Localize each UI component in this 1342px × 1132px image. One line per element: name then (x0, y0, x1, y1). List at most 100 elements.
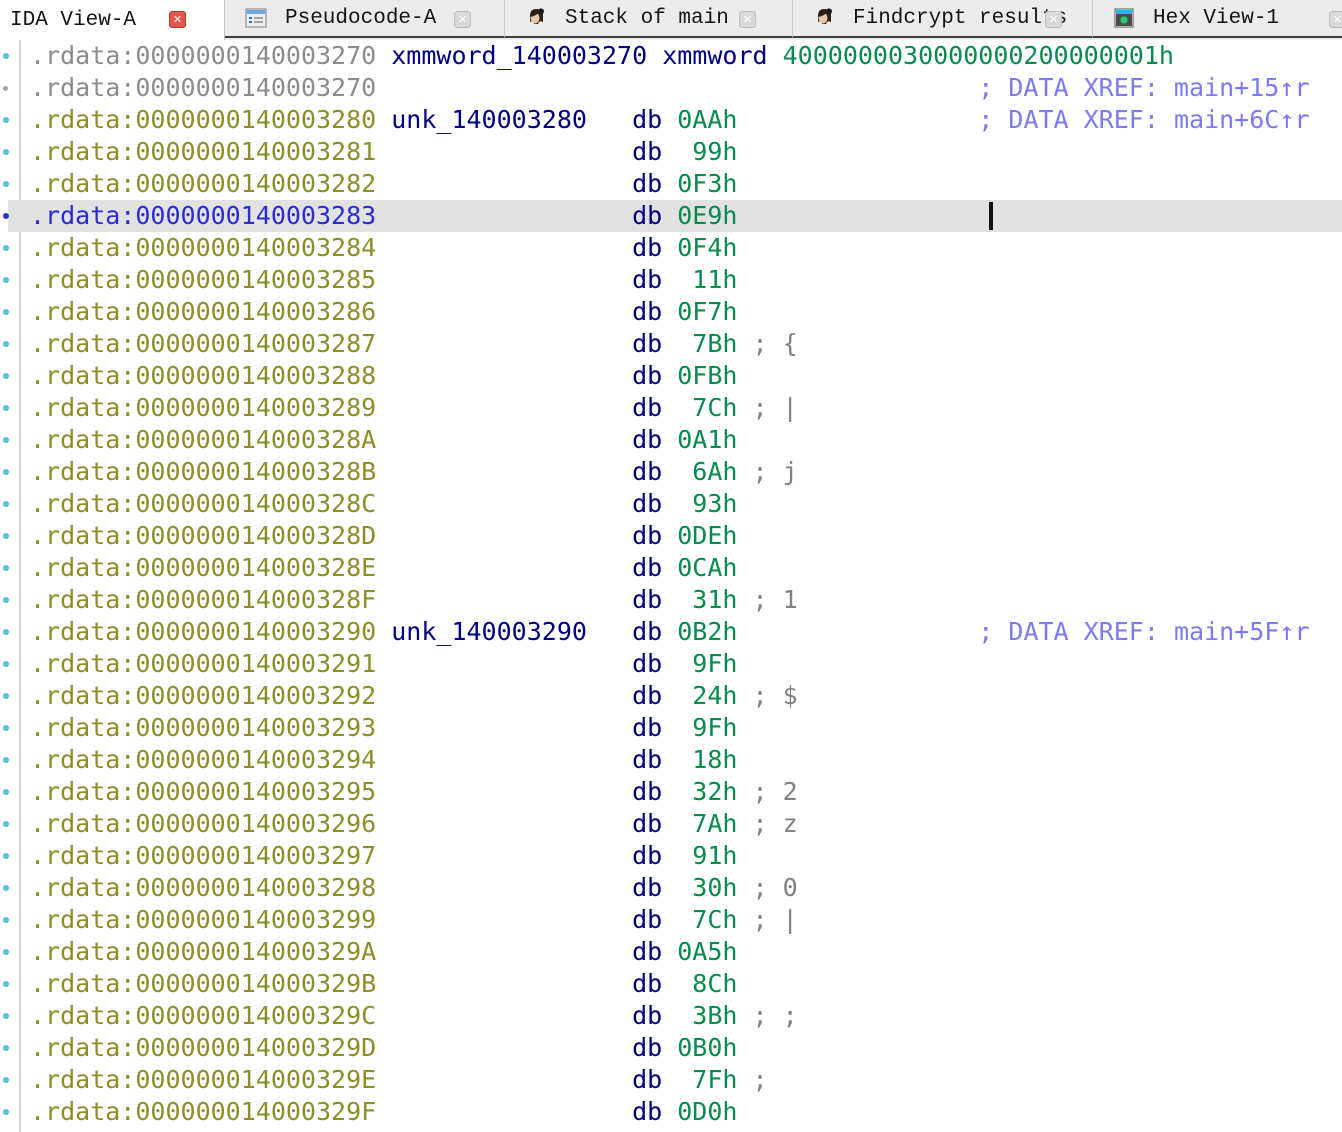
address[interactable]: .rdata:0000000140003293 (30, 713, 376, 742)
address[interactable]: .rdata:0000000140003295 (30, 777, 376, 806)
address[interactable]: .rdata:0000000140003270 (30, 73, 376, 102)
address[interactable]: .rdata:0000000140003290 (30, 617, 376, 646)
address[interactable]: .rdata:0000000140003298 (30, 873, 376, 902)
byte-value[interactable]: 32h (692, 777, 737, 806)
byte-value[interactable]: 0D0h (677, 1097, 737, 1126)
listing-line[interactable]: .rdata:0000000140003291 db 9Fh (30, 649, 737, 678)
listing-line[interactable]: .rdata:000000014000328B db 6Ah ; j (30, 457, 798, 486)
xref-comment[interactable]: ; DATA XREF: main+15↑r (978, 73, 1309, 102)
byte-value[interactable]: 91h (692, 841, 737, 870)
listing-line[interactable]: .rdata:000000014000329D db 0B0h (30, 1033, 737, 1062)
address[interactable]: .rdata:0000000140003281 (30, 137, 376, 166)
address[interactable]: .rdata:0000000140003285 (30, 265, 376, 294)
listing-line[interactable]: .rdata:0000000140003270 ; DATA XREF: mai… (30, 73, 1309, 102)
listing-line[interactable]: .rdata:0000000140003292 db 24h ; $ (30, 681, 798, 710)
tab-findcrypt-results[interactable]: Findcrypt results✕ (793, 0, 1093, 38)
listing-line[interactable]: .rdata:0000000140003283 db 0E9h (30, 201, 737, 230)
listing-line[interactable]: .rdata:0000000140003288 db 0FBh (30, 361, 737, 390)
tab-stack-of-main[interactable]: Stack of main✕ (505, 0, 793, 38)
listing-line[interactable]: .rdata:0000000140003287 db 7Bh ; { (30, 329, 798, 358)
address[interactable]: .rdata:0000000140003280 (30, 105, 376, 134)
listing-line[interactable]: .rdata:000000014000329C db 3Bh ; ; (30, 1001, 798, 1030)
address[interactable]: .rdata:000000014000328F (30, 585, 376, 614)
byte-value[interactable]: 0A1h (677, 425, 737, 454)
address[interactable]: .rdata:0000000140003282 (30, 169, 376, 198)
address[interactable]: .rdata:0000000140003284 (30, 233, 376, 262)
address[interactable]: .rdata:000000014000328A (30, 425, 376, 454)
byte-value[interactable]: 7Ah (692, 809, 737, 838)
tab-close-button[interactable]: ✕ (1045, 11, 1062, 28)
listing-line[interactable]: .rdata:0000000140003297 db 91h (30, 841, 737, 870)
listing-line[interactable]: .rdata:0000000140003281 db 99h (30, 137, 737, 166)
listing-line[interactable]: .rdata:0000000140003285 db 11h (30, 265, 737, 294)
byte-value[interactable]: 9Fh (692, 649, 737, 678)
byte-value[interactable]: 0B0h (677, 1033, 737, 1062)
address[interactable]: .rdata:000000014000329A (30, 937, 376, 966)
address[interactable]: .rdata:0000000140003294 (30, 745, 376, 774)
listing-line[interactable]: .rdata:0000000140003299 db 7Ch ; | (30, 905, 798, 934)
byte-value[interactable]: 24h (692, 681, 737, 710)
byte-value[interactable]: 0DEh (677, 521, 737, 550)
address[interactable]: .rdata:0000000140003270 (30, 41, 376, 70)
byte-value[interactable]: 0AAh (677, 105, 737, 134)
xref-comment[interactable]: ; DATA XREF: main+6C↑r (978, 105, 1309, 134)
address[interactable]: .rdata:000000014000329C (30, 1001, 376, 1030)
tab-hex-view-1[interactable]: Hex View-1✕ (1093, 0, 1342, 38)
byte-value[interactable]: 7Fh (692, 1065, 737, 1094)
listing-line[interactable]: .rdata:000000014000328A db 0A1h (30, 425, 737, 454)
byte-value[interactable]: 0A5h (677, 937, 737, 966)
listing-line[interactable]: .rdata:0000000140003295 db 32h ; 2 (30, 777, 798, 806)
listing-line[interactable]: .rdata:000000014000329F db 0D0h (30, 1097, 737, 1126)
address[interactable]: .rdata:000000014000328E (30, 553, 376, 582)
listing-line[interactable]: .rdata:000000014000329E db 7Fh ; (30, 1065, 783, 1094)
byte-value[interactable]: 8Ch (692, 969, 737, 998)
tab-close-button[interactable]: ✕ (454, 11, 471, 28)
symbol-name[interactable]: unk_140003290 (391, 617, 587, 646)
address[interactable]: .rdata:0000000140003287 (30, 329, 376, 358)
listing-line[interactable]: .rdata:0000000140003298 db 30h ; 0 (30, 873, 798, 902)
listing-line[interactable]: .rdata:0000000140003282 db 0F3h (30, 169, 737, 198)
byte-value[interactable]: 9Fh (692, 713, 737, 742)
byte-value[interactable]: 31h (692, 585, 737, 614)
address[interactable]: .rdata:0000000140003296 (30, 809, 376, 838)
address[interactable]: .rdata:000000014000328B (30, 457, 376, 486)
byte-value[interactable]: 0F3h (677, 169, 737, 198)
byte-value[interactable]: 0B2h (677, 617, 737, 646)
tab-close-button[interactable]: ✕ (169, 11, 186, 28)
address[interactable]: .rdata:000000014000328C (30, 489, 376, 518)
byte-value[interactable]: 30h (692, 873, 737, 902)
byte-value[interactable]: 18h (692, 745, 737, 774)
listing-line[interactable]: .rdata:000000014000328D db 0DEh (30, 521, 737, 550)
listing-line[interactable]: .rdata:0000000140003286 db 0F7h (30, 297, 737, 326)
tab-ida-view-a[interactable]: IDA View-A✕ (0, 0, 225, 40)
listing-line[interactable]: .rdata:0000000140003290 unk_140003290 db… (30, 617, 1309, 646)
tab-close-button[interactable]: ✕ (1329, 11, 1342, 28)
byte-value[interactable]: 7Ch (692, 905, 737, 934)
byte-value[interactable]: 6Ah (692, 457, 737, 486)
listing-line[interactable]: .rdata:000000014000329B db 8Ch (30, 969, 737, 998)
listing-line[interactable]: .rdata:0000000140003296 db 7Ah ; z (30, 809, 798, 838)
xref-comment[interactable]: ; DATA XREF: main+5F↑r (978, 617, 1309, 646)
listing-line[interactable]: .rdata:0000000140003289 db 7Ch ; | (30, 393, 798, 422)
address[interactable]: .rdata:000000014000329E (30, 1065, 376, 1094)
listing-line[interactable]: .rdata:0000000140003294 db 18h (30, 745, 737, 774)
byte-value[interactable]: 3Bh (692, 1001, 737, 1030)
address[interactable]: .rdata:0000000140003289 (30, 393, 376, 422)
byte-value[interactable]: 0F7h (677, 297, 737, 326)
listing-line[interactable]: .rdata:0000000140003293 db 9Fh (30, 713, 737, 742)
address[interactable]: .rdata:0000000140003297 (30, 841, 376, 870)
byte-value[interactable]: 93h (692, 489, 737, 518)
listing-line[interactable]: .rdata:0000000140003270 xmmword_14000327… (30, 41, 1174, 70)
address[interactable]: .rdata:0000000140003286 (30, 297, 376, 326)
address[interactable]: .rdata:0000000140003283 (30, 201, 376, 230)
address[interactable]: .rdata:000000014000329D (30, 1033, 376, 1062)
symbol-name[interactable]: unk_140003280 (391, 105, 587, 134)
listing-line[interactable]: .rdata:000000014000328F db 31h ; 1 (30, 585, 798, 614)
listing-line[interactable]: .rdata:000000014000328E db 0CAh (30, 553, 737, 582)
byte-value[interactable]: 0CAh (677, 553, 737, 582)
tab-close-button[interactable]: ✕ (739, 11, 756, 28)
byte-value[interactable]: 99h (692, 137, 737, 166)
byte-value[interactable]: 11h (692, 265, 737, 294)
listing-line[interactable]: .rdata:000000014000328C db 93h (30, 489, 737, 518)
listing-line[interactable]: .rdata:000000014000329A db 0A5h (30, 937, 737, 966)
